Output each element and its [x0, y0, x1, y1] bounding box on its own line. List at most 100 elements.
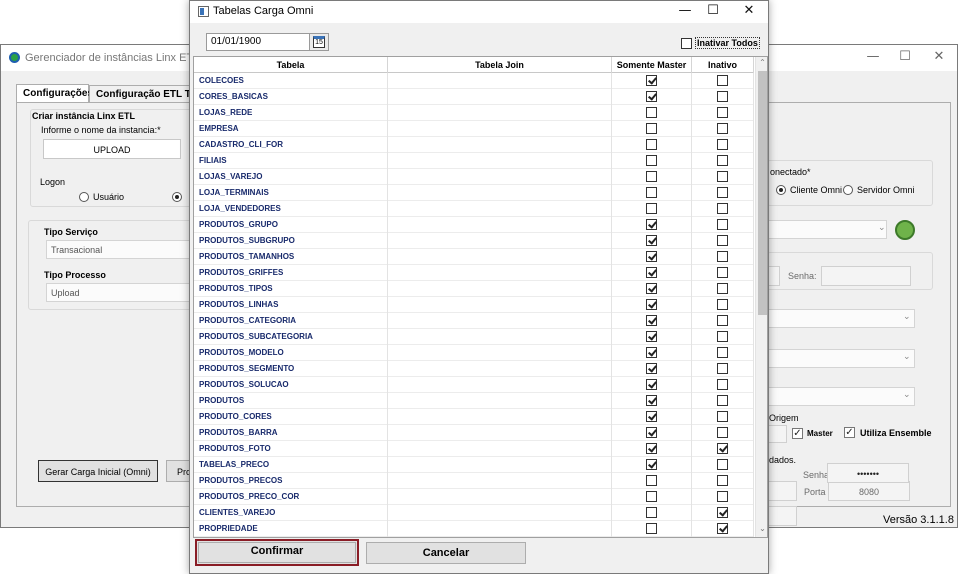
confirmar-button[interactable]: Confirmar [195, 539, 359, 566]
tabela-join-cell[interactable] [388, 281, 612, 297]
table-row[interactable]: CORES_BASICAS [194, 89, 754, 105]
table-row[interactable]: FILIAIS [194, 153, 754, 169]
inativo-checkbox[interactable] [717, 187, 728, 198]
tabela-cell[interactable]: PRODUTOS [194, 393, 388, 409]
tab-configuracoes[interactable]: Configurações [16, 84, 93, 103]
column-header-tabela[interactable]: Tabela [194, 57, 388, 73]
inativo-checkbox[interactable] [717, 507, 728, 518]
tabela-cell[interactable]: PRODUTOS_BARRA [194, 425, 388, 441]
tabela-cell[interactable]: CLIENTES_VAREJO [194, 505, 388, 521]
tabela-cell[interactable]: LOJAS_VAREJO [194, 169, 388, 185]
inativo-checkbox[interactable] [717, 347, 728, 358]
tabela-join-cell[interactable] [388, 249, 612, 265]
table-row[interactable]: PROPRIEDADE [194, 521, 754, 537]
table-row[interactable]: PRODUTOS_TAMANHOS [194, 249, 754, 265]
inativo-checkbox[interactable] [717, 235, 728, 246]
somente-master-checkbox[interactable] [646, 347, 657, 358]
gerar-carga-inicial-button[interactable]: Gerar Carga Inicial (Omni) [38, 460, 158, 482]
table-row[interactable]: LOJA_VENDEDORES [194, 201, 754, 217]
tabela-cell[interactable]: TABELAS_PRECO [194, 457, 388, 473]
user-input[interactable] [768, 266, 780, 286]
somente-master-checkbox[interactable] [646, 107, 657, 118]
inativo-checkbox[interactable] [717, 107, 728, 118]
origem-input[interactable] [767, 425, 787, 443]
inativo-checkbox[interactable] [717, 155, 728, 166]
inativo-checkbox[interactable] [717, 91, 728, 102]
tabela-join-cell[interactable] [388, 505, 612, 521]
inativo-checkbox[interactable] [717, 523, 728, 534]
inativo-checkbox[interactable] [717, 363, 728, 374]
calendar-button[interactable]: 15 [309, 33, 329, 51]
tabela-cell[interactable]: PRODUTOS_GRUPO [194, 217, 388, 233]
tabela-join-cell[interactable] [388, 137, 612, 153]
table-row[interactable]: TABELAS_PRECO [194, 457, 754, 473]
inativo-checkbox[interactable] [717, 219, 728, 230]
table-row[interactable]: PRODUTOS_PRECO_COR [194, 489, 754, 505]
tabela-cell[interactable]: LOJAS_REDE [194, 105, 388, 121]
inativo-checkbox[interactable] [717, 411, 728, 422]
somente-master-checkbox[interactable] [646, 507, 657, 518]
tabela-join-cell[interactable] [388, 73, 612, 89]
utiliza-ensemble-checkbox[interactable]: ✓ [844, 427, 855, 438]
tabela-join-cell[interactable] [388, 473, 612, 489]
tabela-cell[interactable]: PRODUTOS_TIPOS [194, 281, 388, 297]
inativo-checkbox[interactable] [717, 299, 728, 310]
table-row[interactable]: PRODUTOS_CATEGORIA [194, 313, 754, 329]
select-1[interactable] [767, 309, 915, 328]
tabela-join-cell[interactable] [388, 201, 612, 217]
inativo-checkbox[interactable] [717, 283, 728, 294]
somente-master-checkbox[interactable] [646, 267, 657, 278]
table-row[interactable]: PRODUTOS_BARRA [194, 425, 754, 441]
scrollbar-thumb[interactable] [758, 71, 767, 315]
tabela-cell[interactable]: COLECOES [194, 73, 388, 89]
inativo-checkbox[interactable] [717, 123, 728, 134]
servidor-omni-radio[interactable] [843, 185, 853, 195]
table-row[interactable]: CADASTRO_CLI_FOR [194, 137, 754, 153]
tabela-join-cell[interactable] [388, 89, 612, 105]
inativo-checkbox[interactable] [717, 443, 728, 454]
close-icon[interactable]: ✕ [734, 3, 764, 18]
somente-master-checkbox[interactable] [646, 491, 657, 502]
tabela-join-cell[interactable] [388, 329, 612, 345]
table-row[interactable]: PRODUTO_CORES [194, 409, 754, 425]
somente-master-checkbox[interactable] [646, 395, 657, 406]
tipo-processo-select[interactable]: Upload [46, 283, 201, 302]
tabela-cell[interactable]: PRODUTOS_SEGMENTO [194, 361, 388, 377]
tabela-cell[interactable]: PRODUTO_CORES [194, 409, 388, 425]
tabela-cell[interactable]: PRODUTOS_TAMANHOS [194, 249, 388, 265]
cancelar-button[interactable]: Cancelar [366, 542, 526, 564]
instance-name-input[interactable]: UPLOAD [43, 139, 181, 159]
tabela-cell[interactable]: PROPRIEDADE [194, 521, 388, 537]
connection-select[interactable] [767, 220, 887, 239]
somente-master-checkbox[interactable] [646, 331, 657, 342]
somente-master-checkbox[interactable] [646, 475, 657, 486]
inativo-checkbox[interactable] [717, 203, 728, 214]
tabela-cell[interactable]: PRODUTOS_PRECOS [194, 473, 388, 489]
table-row[interactable]: PRODUTOS_FOTO [194, 441, 754, 457]
tabela-cell[interactable]: PRODUTOS_SUBGRUPO [194, 233, 388, 249]
tab-configuracao-etl-tipo[interactable]: Configuração ETL Tipo [89, 85, 199, 103]
somente-master-checkbox[interactable] [646, 203, 657, 214]
somente-master-checkbox[interactable] [646, 123, 657, 134]
tabela-join-cell[interactable] [388, 169, 612, 185]
tipo-servico-select[interactable]: Transacional [46, 240, 201, 259]
tabela-join-cell[interactable] [388, 425, 612, 441]
inativar-todos-label[interactable]: Inativar Todos [695, 37, 760, 49]
tabela-join-cell[interactable] [388, 457, 612, 473]
user2-input[interactable] [767, 506, 797, 526]
cliente-omni-radio[interactable] [776, 185, 786, 195]
date-input[interactable]: 01/01/1900 [206, 33, 310, 51]
scroll-up-icon[interactable]: ⌃ [757, 58, 767, 69]
scroll-down-icon[interactable]: ⌄ [757, 524, 767, 535]
somente-master-checkbox[interactable] [646, 235, 657, 246]
tabela-join-cell[interactable] [388, 265, 612, 281]
table-row[interactable]: PRODUTOS_SOLUCAO [194, 377, 754, 393]
inativo-checkbox[interactable] [717, 315, 728, 326]
table-row[interactable]: PRODUTOS_SUBCATEGORIA [194, 329, 754, 345]
somente-master-checkbox[interactable] [646, 155, 657, 166]
somente-master-checkbox[interactable] [646, 411, 657, 422]
table-row[interactable]: PRODUTOS [194, 393, 754, 409]
inativo-checkbox[interactable] [717, 427, 728, 438]
table-row[interactable]: PRODUTOS_GRIFFES [194, 265, 754, 281]
somente-master-checkbox[interactable] [646, 299, 657, 310]
